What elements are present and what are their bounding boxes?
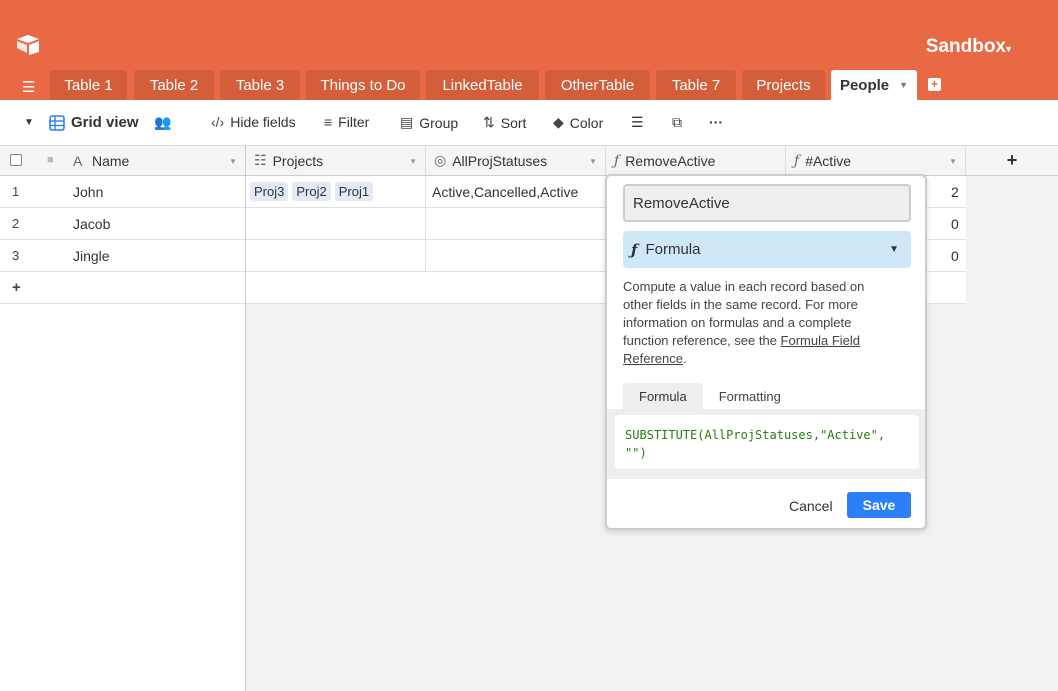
primary-divider [245,146,246,691]
linked-record-chip[interactable]: Proj3 [250,182,289,201]
row-number: 2 [12,216,20,231]
grid-view-switcher[interactable]: Grid view [49,114,139,131]
view-name: Grid view [71,114,139,131]
cell-active[interactable]: 2 [951,184,959,200]
text-field-icon: A [73,153,83,169]
sort-icon: ⇅ [483,114,495,130]
column-header-allproj-label: AllProjStatuses [452,152,548,169]
add-row-icon: + [12,279,21,296]
cell-allprojstatuses[interactable]: Active,Cancelled,Active [432,184,578,200]
field-name-input[interactable]: RemoveActive [623,184,911,222]
column-menu-caret-icon[interactable]: ▼ [589,157,597,166]
tab-formatting[interactable]: Formatting [703,383,797,409]
column-header-removeactive[interactable]: ƒ RemoveActive [606,146,786,176]
column-header-active-label: #Active [805,152,852,169]
column-menu-caret-icon[interactable]: ▼ [409,157,417,166]
column-menu-caret-icon[interactable]: ▼ [229,157,237,166]
hide-fields-label: Hide fields [230,114,296,130]
color-label: Color [569,114,604,131]
field-config-dialog: RemoveActive ƒ Formula ▼ Compute a value… [605,174,927,530]
cancel-button[interactable]: Cancel [789,498,833,514]
linked-record-chip[interactable]: Proj2 [292,182,331,201]
row-number: 1 [12,184,20,199]
more-options-icon[interactable]: ··· [709,114,723,130]
tab-table-7[interactable]: Table 7 [656,70,736,100]
view-list-toggle-icon[interactable]: ▼ [24,117,34,128]
tab-people-label: People [839,76,890,94]
tab-caret-icon[interactable]: ▼ [899,80,908,90]
formula-line: "") [625,446,647,460]
linked-record-icon: ☷ [254,152,267,168]
formula-editor[interactable]: SUBSTITUTE(AllProjStatuses,"Active", "") [615,415,919,469]
tab-formula[interactable]: Formula [623,383,703,409]
group-label: Group [419,114,459,131]
base-name[interactable]: Sandbox [926,36,1006,58]
tab-projects[interactable]: Projects [742,70,825,100]
linked-record-chip[interactable]: Proj1 [334,182,374,201]
select-all-checkbox[interactable] [10,154,22,166]
field-type-label: Formula [645,241,701,258]
tab-linkedtable[interactable]: LinkedTable [426,70,539,100]
filter-label: Filter [338,114,370,130]
lock-icon: ■ [47,154,54,166]
share-view-icon[interactable]: ⧉ [672,114,682,131]
tab-things-to-do[interactable]: Things to Do [306,70,420,100]
row-height-icon[interactable]: ☰ [631,114,644,131]
sort-button[interactable]: ⇅ Sort [483,114,526,131]
field-type-select[interactable]: ƒ Formula ▼ [623,231,911,268]
add-field-button[interactable]: + [966,146,1058,176]
column-header-projects-label: Projects [272,152,324,169]
save-button[interactable]: Save [847,492,911,518]
column-header-projects[interactable]: ☷ Projects ▼ [246,146,426,176]
paint-bucket-icon: ◆ [553,114,564,130]
column-header-active[interactable]: ƒ #Active ▼ [786,146,966,176]
filter-icon: ≡ [324,114,333,130]
column-menu-caret-icon[interactable]: ▼ [949,157,957,166]
cell-name[interactable]: Jacob [73,216,110,232]
column-header-remove-label: RemoveActive [625,152,716,169]
cell-name[interactable]: John [73,184,103,200]
hide-fields-button[interactable]: ‹/› Hide fields [211,114,296,130]
collaborators-icon[interactable]: 👥 [154,114,171,131]
field-type-description: Compute a value in each record based on … [623,278,891,368]
hamburger-menu-icon[interactable]: ☰ [22,78,35,96]
tab-people[interactable]: People ▼ [831,70,917,100]
group-icon: ▤ [400,114,414,130]
tab-table-2[interactable]: Table 2 [134,70,214,100]
app-header: Sandbox ▼ ☰ Table 1 Table 2 Table 3 Thin… [0,0,1058,100]
dropdown-caret-icon: ▼ [889,244,899,255]
color-button[interactable]: ◆ Color [553,114,603,131]
formula-icon: ƒ [614,152,620,169]
filter-button[interactable]: ≡ Filter [324,114,369,130]
tab-table-1[interactable]: Table 1 [50,70,127,100]
sort-label: Sort [500,114,527,131]
airtable-logo-icon[interactable] [16,34,40,56]
formula-icon: ƒ [794,152,800,169]
add-table-button[interactable]: + [928,78,941,91]
cell-active[interactable]: 0 [951,248,959,264]
grid-icon [49,114,65,131]
cell-projects[interactable]: Proj3 Proj2 Proj1 [250,182,377,201]
cell-name[interactable]: Jingle [73,248,110,264]
primary-column-header: ■ A Name ▼ [0,146,246,176]
column-header-allprojstatuses[interactable]: ◎ AllProjStatuses ▼ [426,146,606,176]
column-divider [425,176,426,272]
view-toolbar: ▼ Grid view 👥 ‹/› Hide fields ≡ Filter ▤… [0,100,1058,146]
tab-table-3[interactable]: Table 3 [220,70,300,100]
row-number: 3 [12,248,20,263]
eye-slash-icon: ‹/› [211,114,225,130]
description-end: . [682,351,687,366]
group-button[interactable]: ▤ Group [400,114,458,131]
formula-line: SUBSTITUTE(AllProjStatuses,"Active", [625,428,886,442]
base-menu-caret-icon[interactable]: ▼ [1004,44,1013,54]
lookup-icon: ◎ [434,152,447,168]
cell-active[interactable]: 0 [951,216,959,232]
tab-othertable[interactable]: OtherTable [545,70,650,100]
column-header-name[interactable]: Name [92,153,129,169]
formula-tabs: Formula Formatting [623,383,797,409]
formula-icon: ƒ [631,240,638,259]
